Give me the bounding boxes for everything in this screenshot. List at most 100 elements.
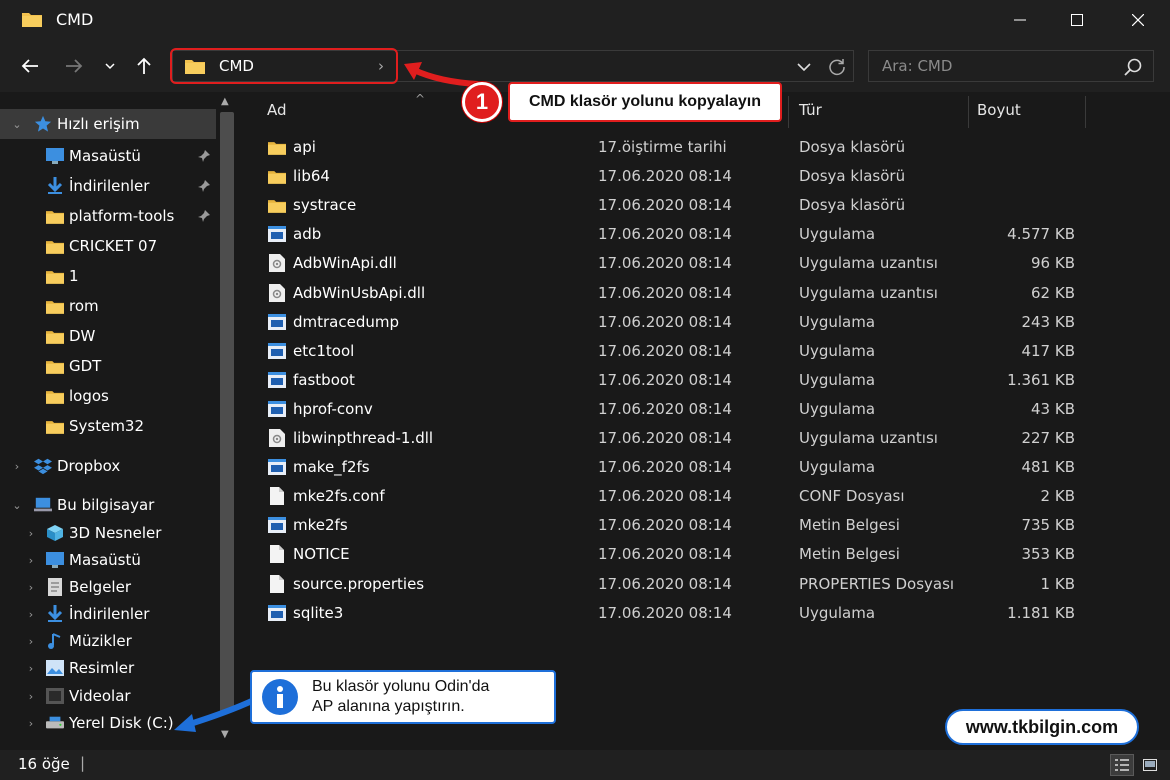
column-header-size[interactable]: Boyut — [977, 92, 1087, 128]
file-date: 17.06.2020 08:14 — [598, 399, 732, 418]
sidebar-item-label: 3D Nesneler — [69, 524, 162, 542]
sidebar-item[interactable]: › Müzikler — [0, 626, 216, 656]
file-row[interactable]: AdbWinApi.dll 17.06.2020 08:14 Uygulama uz… — [260, 249, 1140, 278]
file-row[interactable]: hprof-conv 17.06.2020 08:14 Uygulama 43 KB — [260, 395, 1140, 424]
close-icon — [1132, 14, 1144, 26]
chevron-right-icon[interactable]: › — [24, 635, 38, 648]
address-dropdown-button[interactable] — [793, 56, 815, 78]
file-size: 481 KB — [1021, 458, 1075, 477]
chevron-right-icon[interactable]: › — [10, 460, 24, 473]
close-button[interactable] — [1118, 6, 1158, 34]
arrow-right-icon — [66, 59, 83, 73]
file-row[interactable]: NOTICE 17.06.2020 08:14 Metin Belgesi 353 K… — [260, 540, 1140, 569]
sidebar-item[interactable]: › Dropbox — [0, 451, 216, 481]
desktop-icon — [46, 551, 64, 569]
sidebar-item[interactable]: rom — [0, 291, 216, 321]
search-icon[interactable] — [1123, 57, 1143, 77]
file-size: 1.361 KB — [1007, 370, 1075, 389]
video-icon — [46, 687, 64, 705]
column-header-type[interactable]: Tür — [799, 92, 969, 128]
sidebar-item[interactable]: ⌄ Bu bilgisayar — [0, 490, 216, 520]
file-date: 17.06.2020 08:14 — [598, 487, 732, 506]
pin-icon[interactable] — [198, 210, 210, 222]
file-row[interactable]: api 17.öiştirme tarihi Dosya klasörü — [260, 133, 1140, 162]
file-date: 17.06.2020 08:14 — [598, 196, 732, 215]
sidebar-item[interactable]: platform-tools — [0, 201, 216, 231]
sidebar-item-label: Bu bilgisayar — [57, 496, 155, 514]
column-divider[interactable] — [1085, 96, 1086, 128]
sidebar-item[interactable]: System32 — [0, 411, 216, 441]
recent-locations-button[interactable] — [96, 52, 124, 80]
chevron-right-icon[interactable]: › — [24, 554, 38, 567]
pin-icon[interactable] — [198, 150, 210, 162]
window-title: CMD — [56, 10, 94, 29]
sidebar-item[interactable]: ⌄ Hızlı erişim — [0, 109, 216, 139]
maximize-button[interactable] — [1057, 6, 1097, 34]
details-view-button[interactable] — [1110, 754, 1134, 776]
chevron-down-icon[interactable]: ⌄ — [10, 499, 24, 512]
file-row[interactable]: etc1tool 17.06.2020 08:14 Uygulama 417 KB — [260, 337, 1140, 366]
file-row[interactable]: libwinpthread-1.dll 17.06.2020 08:14 Uygul… — [260, 424, 1140, 453]
column-divider[interactable] — [788, 96, 789, 128]
refresh-button[interactable] — [825, 55, 849, 79]
pin-icon[interactable] — [198, 180, 210, 192]
sidebar-item[interactable]: CRICKET 07 — [0, 231, 216, 261]
minimize-button[interactable] — [1000, 6, 1040, 34]
file-name: lib64 — [293, 167, 330, 186]
sidebar-item[interactable]: › 3D Nesneler — [0, 518, 216, 548]
scroll-up-icon[interactable]: ▲ — [221, 96, 229, 107]
column-divider[interactable] — [968, 96, 969, 128]
file-size: 4.577 KB — [1007, 225, 1075, 244]
cube-icon — [46, 524, 64, 542]
back-button[interactable] — [16, 52, 44, 80]
sidebar-item-label: 1 — [69, 267, 79, 285]
sidebar-item[interactable]: › İndirilenler — [0, 599, 216, 629]
folder-icon — [268, 196, 286, 214]
file-row[interactable]: dmtracedump 17.06.2020 08:14 Uygulama 243 K… — [260, 308, 1140, 337]
file-row[interactable]: make_f2fs 17.06.2020 08:14 Uygulama 481 KB — [260, 453, 1140, 482]
forward-button[interactable] — [60, 52, 88, 80]
sidebar-item[interactable]: 1 — [0, 261, 216, 291]
file-row[interactable]: lib64 17.06.2020 08:14 Dosya klasörü — [260, 162, 1140, 191]
chevron-right-icon[interactable]: › — [24, 608, 38, 621]
search-box[interactable]: Ara: CMD — [868, 50, 1154, 82]
sidebar-item[interactable]: DW — [0, 321, 216, 351]
large-icons-view-button[interactable] — [1138, 754, 1162, 776]
chevron-down-icon[interactable]: ⌄ — [10, 118, 24, 131]
chevron-right-icon[interactable]: › — [24, 662, 38, 675]
file-size: 62 KB — [1031, 283, 1075, 302]
file-date: 17.06.2020 08:14 — [598, 312, 732, 331]
sidebar-item-label: CRICKET 07 — [69, 237, 158, 255]
file-row[interactable]: mke2fs.conf 17.06.2020 08:14 CONF Dosyası 2… — [260, 482, 1140, 511]
sidebar-scrollbar-thumb[interactable] — [220, 112, 234, 712]
sidebar-item[interactable]: İndirilenler — [0, 171, 216, 201]
desktop-icon — [46, 147, 64, 165]
dll-icon — [268, 283, 286, 302]
file-type: Dosya klasörü — [799, 138, 906, 156]
application-icon — [268, 400, 286, 418]
chevron-right-icon[interactable]: › — [24, 527, 38, 540]
sidebar-item[interactable]: GDT — [0, 351, 216, 381]
sidebar-item[interactable]: › Resimler — [0, 653, 216, 683]
file-row[interactable]: systrace 17.06.2020 08:14 Dosya klasörü — [260, 191, 1140, 220]
folder-icon — [46, 417, 64, 435]
search-placeholder[interactable]: Ara: CMD — [882, 57, 952, 75]
file-size: 1.181 KB — [1007, 603, 1075, 622]
file-type: Uygulama — [799, 341, 876, 360]
chevron-right-icon[interactable]: › — [24, 690, 38, 703]
chevron-right-icon[interactable]: › — [24, 581, 38, 594]
sidebar-item[interactable]: Masaüstü — [0, 141, 216, 171]
file-date: 17.06.2020 08:14 — [598, 370, 732, 389]
sidebar-item[interactable]: › Masaüstü — [0, 545, 216, 575]
sidebar-item[interactable]: › Belgeler — [0, 572, 216, 602]
file-row[interactable]: fastboot 17.06.2020 08:14 Uygulama 1.361 KB — [260, 366, 1140, 395]
sidebar-item[interactable]: logos — [0, 381, 216, 411]
column-header-name-label: Ad — [267, 101, 287, 119]
file-row[interactable]: AdbWinUsbApi.dll 17.06.2020 08:14 Uygulama… — [260, 279, 1140, 308]
file-row[interactable]: mke2fs 17.06.2020 08:14 Metin Belgesi 735 K… — [260, 511, 1140, 540]
file-row[interactable]: sqlite3 17.06.2020 08:14 Uygulama 1.181 KB — [260, 599, 1140, 628]
file-row[interactable]: adb 17.06.2020 08:14 Uygulama 4.577 KB — [260, 220, 1140, 249]
up-button[interactable] — [130, 52, 158, 80]
chevron-right-icon[interactable]: › — [24, 717, 38, 730]
file-row[interactable]: source.properties 17.06.2020 08:14 PROPERT… — [260, 570, 1140, 599]
